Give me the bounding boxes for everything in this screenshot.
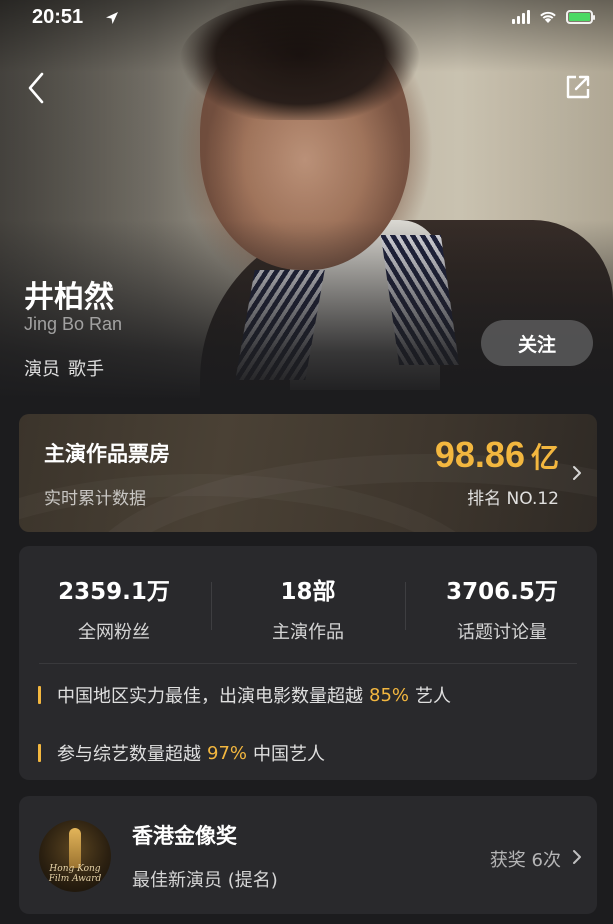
fact-text: 艺人	[415, 686, 452, 707]
stat-fans: 2359.1万 全网粉丝	[19, 572, 209, 644]
stats-card: 2359.1万 全网粉丝 18部 主演作品 3706.5万 话题讨论量 中国地区…	[19, 546, 597, 780]
artist-name: 井柏然	[24, 280, 114, 315]
stat-label: 话题讨论量	[457, 622, 547, 643]
fact-text: 中国艺人	[253, 744, 326, 765]
fact-highlight: 85%	[369, 684, 410, 706]
artist-roles: 演员 歌手	[24, 355, 104, 381]
box-office-value: 98.86	[434, 434, 525, 475]
battery-charging-icon	[566, 9, 595, 24]
box-office-card[interactable]: 主演作品票房 实时累计数据 98.86 亿 排名 NO.12	[19, 414, 597, 532]
hong-kong-film-award-logo: Hong Kong Film Award	[39, 820, 111, 892]
back-icon[interactable]	[18, 68, 54, 108]
fact-highlight: 97%	[207, 742, 248, 764]
award-title: 香港金像奖	[132, 824, 237, 848]
chevron-right-icon	[573, 850, 581, 864]
stat-value: 2359.1万	[58, 579, 170, 605]
role-label: 演员	[24, 359, 60, 380]
status-icons	[512, 9, 595, 24]
stat-label: 全网粉丝	[78, 622, 150, 643]
status-time: 20:51	[32, 6, 84, 28]
award-logo-line: Film Award	[48, 874, 102, 884]
award-subtitle: 最佳新演员 (提名)	[132, 870, 278, 891]
artist-name-english: Jing Bo Ran	[24, 314, 123, 334]
stat-label: 主演作品	[272, 622, 344, 643]
award-card[interactable]: Hong Kong Film Award 香港金像奖 最佳新演员 (提名) 获奖…	[19, 796, 597, 914]
award-logo-line: Hong Kong	[49, 864, 101, 874]
fact-accent-bar	[38, 744, 41, 762]
location-arrow-icon	[106, 12, 118, 24]
box-office-title: 主演作品票房	[44, 442, 170, 466]
role-label: 歌手	[68, 359, 104, 380]
fact-item: 参与综艺数量超越 97% 中国艺人	[38, 740, 325, 766]
chevron-right-icon	[573, 466, 581, 480]
box-office-unit: 亿	[530, 441, 559, 474]
share-icon[interactable]	[563, 72, 593, 102]
wifi-icon	[540, 11, 556, 23]
stats-separator	[39, 663, 577, 664]
stat-works: 18部 主演作品	[213, 572, 403, 644]
box-office-rank: 排名 NO.12	[467, 489, 559, 509]
award-logo-text: Hong Kong Film Award	[39, 864, 111, 884]
stat-divider	[405, 582, 406, 630]
fact-accent-bar	[38, 686, 41, 704]
stat-value: 3706.5万	[446, 579, 558, 605]
box-office-amount: 98.86 亿	[435, 434, 559, 476]
fact-text: 中国地区实力最佳，出演电影数量超越	[57, 686, 363, 707]
award-count: 获奖 6次	[489, 850, 561, 871]
fact-text: 参与综艺数量超越	[57, 744, 201, 765]
fact-item: 中国地区实力最佳，出演电影数量超越 85% 艺人	[38, 682, 451, 708]
cellular-signal-icon	[512, 9, 530, 24]
stat-discussion: 3706.5万 话题讨论量	[407, 572, 597, 644]
award-statue-icon	[69, 828, 81, 868]
stat-divider	[211, 582, 212, 630]
follow-button[interactable]: 关注	[481, 320, 593, 366]
box-office-subtitle: 实时累计数据	[44, 489, 146, 509]
stat-value: 18部	[280, 579, 336, 605]
